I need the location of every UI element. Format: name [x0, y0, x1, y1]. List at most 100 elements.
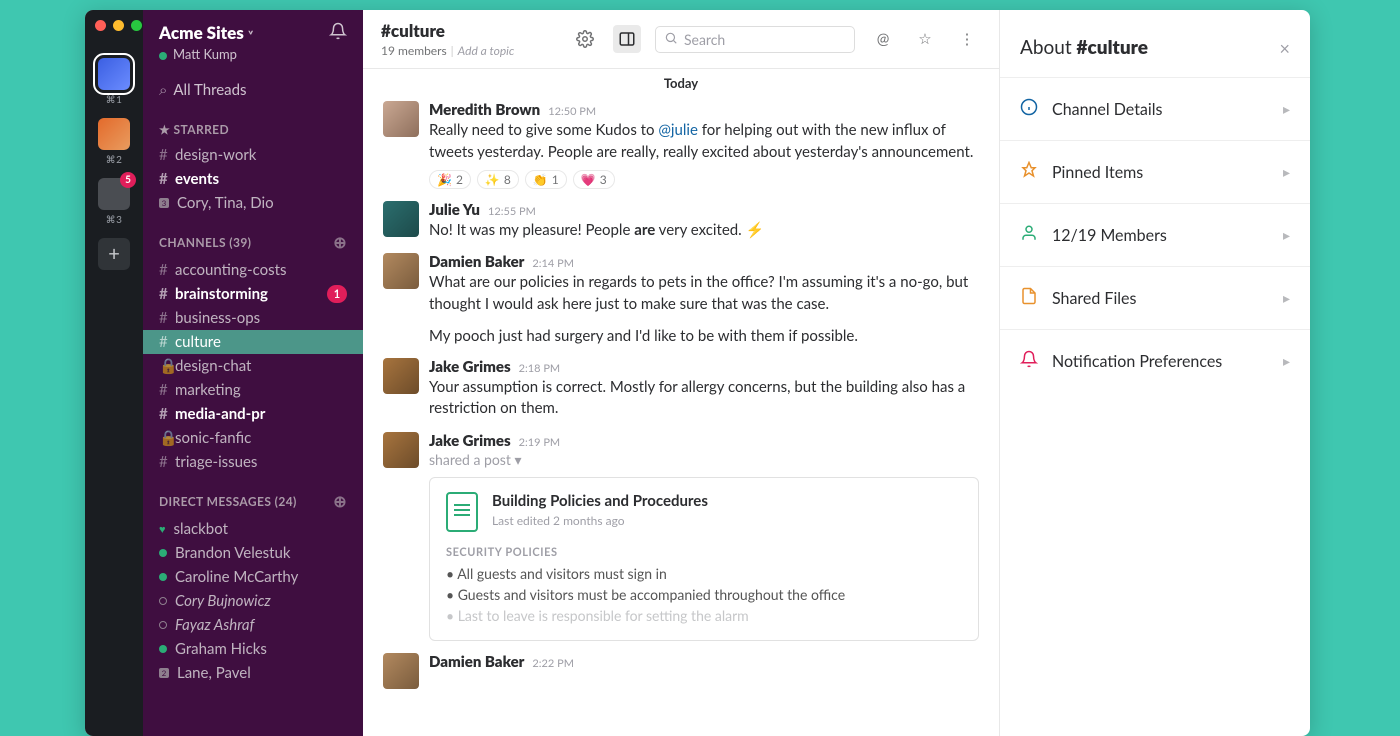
details-row-shared-files[interactable]: Shared Files▸ — [1000, 266, 1310, 329]
attachment[interactable]: Building Policies and ProceduresLast edi… — [429, 477, 979, 641]
message-time: 12:55 PM — [488, 205, 536, 218]
dms-title-text: DIRECT MESSAGES — [159, 494, 271, 509]
details-row-label: Notification Preferences — [1052, 352, 1269, 371]
details-row-label: Channel Details — [1052, 100, 1269, 119]
workspace-switch-3[interactable]: 5 ⌘3 — [98, 178, 130, 210]
sidebar-dm-Fayaz-Ashraf[interactable]: Fayaz Ashraf — [143, 613, 363, 637]
details-row-notification-preferences[interactable]: Notification Preferences▸ — [1000, 329, 1310, 392]
sidebar-dm-Cory-Bujnowicz[interactable]: Cory Bujnowicz — [143, 589, 363, 613]
workspace-badge: 5 — [120, 172, 136, 188]
sidebar-item-label: accounting-costs — [175, 261, 287, 279]
workspace-switch-2[interactable]: ⌘2 — [98, 118, 130, 150]
hash-icon: # — [159, 261, 175, 279]
group-count-icon: 2 — [159, 668, 169, 678]
attachment-section: SECURITY POLICIES — [446, 546, 962, 559]
hash-icon: # — [159, 309, 175, 327]
reaction[interactable]: ✨ 8 — [477, 170, 519, 189]
reaction[interactable]: 👏 1 — [525, 170, 567, 189]
chevron-right-icon: ▸ — [1283, 226, 1290, 244]
sidebar-item-label: sonic-fanfic — [175, 429, 251, 447]
sidebar-item-marketing[interactable]: #marketing — [143, 378, 363, 402]
chevron-down-icon[interactable]: ▾ — [514, 451, 521, 468]
sidebar-item-culture[interactable]: #culture — [143, 330, 363, 354]
sidebar-dm-Brandon-Velestuk[interactable]: Brandon Velestuk — [143, 541, 363, 565]
message-author[interactable]: Jake Grimes — [429, 432, 511, 450]
search-input[interactable]: Search — [655, 26, 855, 53]
reactions: 🎉 2 ✨ 8 👏 1 💗 3 — [429, 170, 979, 189]
sidebar-item-design-chat[interactable]: 🔒design-chat — [143, 354, 363, 378]
minimize-window[interactable] — [113, 20, 124, 31]
workspace-name-text: Acme Sites — [159, 22, 244, 43]
message-author[interactable]: Damien Baker — [429, 253, 524, 271]
avatar[interactable] — [383, 653, 419, 689]
details-row-label: 12/19 Members — [1052, 226, 1269, 245]
sidebar-item-brainstorming[interactable]: #brainstorming1 — [143, 282, 363, 306]
sidebar-item-label: slackbot — [174, 520, 228, 538]
maximize-window[interactable] — [131, 20, 142, 31]
pin-icon — [1020, 161, 1038, 183]
details-row-channel-details[interactable]: Channel Details▸ — [1000, 77, 1310, 140]
avatar[interactable] — [383, 253, 419, 289]
add-topic[interactable]: Add a topic — [458, 43, 515, 58]
toggle-details-icon[interactable] — [613, 25, 641, 53]
settings-icon[interactable] — [571, 25, 599, 53]
message-author[interactable]: Damien Baker — [429, 653, 524, 671]
details-row--members[interactable]: 12/19 Members ▸ — [1000, 203, 1310, 266]
workspace-hotkey: ⌘1 — [98, 94, 130, 106]
hash-icon: # — [159, 381, 175, 399]
mention[interactable]: @julie — [658, 121, 698, 139]
details-row-label: Pinned Items — [1052, 163, 1269, 182]
date-divider: Today — [383, 69, 979, 95]
sidebar-dm-slackbot[interactable]: ♥slackbot — [143, 517, 363, 541]
avatar[interactable] — [383, 101, 419, 137]
message-author[interactable]: Julie Yu — [429, 201, 480, 219]
main: #culture 19 members|Add a topic Search @… — [363, 10, 1310, 736]
details-row-pinned-items[interactable]: Pinned Items ▸ — [1000, 140, 1310, 203]
add-workspace-button[interactable]: + — [98, 238, 130, 270]
sidebar-item-group-dm[interactable]: 3Cory, Tina, Dio — [143, 191, 363, 215]
list-item: • Guests and visitors must be accompanie… — [446, 584, 962, 605]
details-title-prefix: About — [1020, 36, 1077, 59]
add-channel-button[interactable]: ⊕ — [333, 233, 347, 252]
search-icon — [664, 31, 678, 48]
member-count[interactable]: 19 members — [381, 43, 447, 58]
workspace-switch-1[interactable]: ⌘1 — [98, 58, 130, 90]
sidebar-item-sonic-fanfic[interactable]: 🔒sonic-fanfic — [143, 426, 363, 450]
sidebar-item-events[interactable]: #events — [143, 167, 363, 191]
message-author[interactable]: Meredith Brown — [429, 101, 540, 119]
avatar[interactable] — [383, 432, 419, 468]
dms-count: (24) — [275, 494, 297, 509]
sidebar-item-business-ops[interactable]: #business-ops — [143, 306, 363, 330]
notifications-icon[interactable] — [329, 22, 347, 44]
sidebar-item-triage-issues[interactable]: #triage-issues — [143, 450, 363, 474]
sidebar-item-label: media-and-pr — [175, 405, 265, 423]
all-threads[interactable]: ⌕All Threads — [143, 72, 363, 108]
more-menu-icon[interactable]: ⋮ — [953, 25, 981, 53]
sidebar-item-design-work[interactable]: #design-work — [143, 143, 363, 167]
mentions-icon[interactable]: @ — [869, 25, 897, 53]
sidebar-item-label: business-ops — [175, 309, 260, 327]
hash-icon: # — [159, 170, 175, 188]
avatar[interactable] — [383, 201, 419, 237]
chevron-right-icon: ▸ — [1283, 163, 1290, 181]
app-window: ⌘1 ⌘2 5 ⌘3 + Acme Sites˅ Matt Kump ⌕All … — [85, 10, 1310, 736]
sidebar-item-media-and-pr[interactable]: #media-and-pr — [143, 402, 363, 426]
sidebar-header[interactable]: Acme Sites˅ Matt Kump — [143, 10, 363, 72]
reaction[interactable]: 🎉 2 — [429, 170, 471, 189]
details-title: About #culture — [1020, 36, 1148, 59]
close-window[interactable] — [95, 20, 106, 31]
add-dm-button[interactable]: ⊕ — [333, 492, 347, 511]
sidebar-dm-Lane-Pavel[interactable]: 2Lane, Pavel — [143, 661, 363, 685]
avatar[interactable] — [383, 358, 419, 394]
lock-icon: 🔒 — [159, 429, 175, 447]
star-channel-icon[interactable]: ☆ — [911, 25, 939, 53]
close-details-button[interactable]: × — [1280, 37, 1290, 59]
message-author[interactable]: Jake Grimes — [429, 358, 511, 376]
reaction[interactable]: 💗 3 — [573, 170, 615, 189]
workspace-rail: ⌘1 ⌘2 5 ⌘3 + — [85, 10, 143, 736]
dms-title: DIRECT MESSAGES (24) ⊕ — [143, 478, 363, 517]
message-text: Your assumption is correct. Mostly for a… — [429, 377, 979, 421]
sidebar-item-accounting-costs[interactable]: #accounting-costs — [143, 258, 363, 282]
sidebar-dm-Graham-Hicks[interactable]: Graham Hicks — [143, 637, 363, 661]
sidebar-dm-Caroline-McCarthy[interactable]: Caroline McCarthy — [143, 565, 363, 589]
